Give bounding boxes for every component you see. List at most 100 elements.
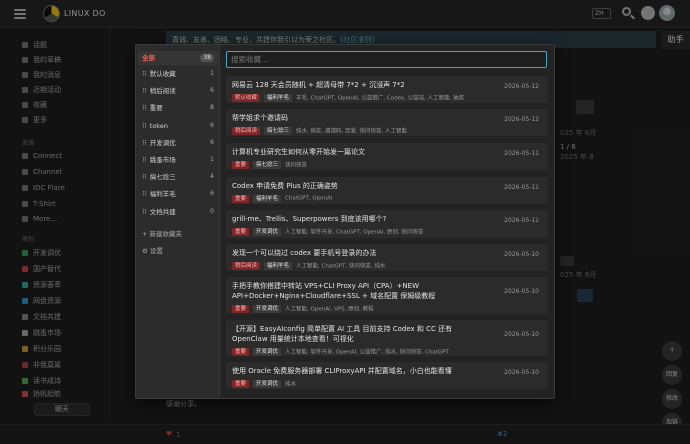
gear-icon: ⚙ [142, 247, 150, 255]
category-badge: 搞七捻三 [253, 160, 282, 169]
bookmark-tags: 人工智能, 软件开发, OpenAI, 公益推广, 纯水, 快问快答, Chat… [285, 349, 449, 356]
drag-handle-icon[interactable]: ⠿ [142, 104, 147, 112]
bookmark-title[interactable]: 网易云 128 天会员随机 + 超清母带 7*2 + 沉浸声 7*2 [232, 80, 487, 90]
drag-handle-icon[interactable]: ⠿ [142, 156, 147, 164]
bookmark-tags: 纯水 [285, 381, 297, 388]
drag-handle-icon[interactable]: ⠿ [142, 122, 147, 130]
folder-label: 跳蚤市场 [149, 156, 176, 164]
drag-handle-icon[interactable]: ⠿ [142, 208, 147, 216]
category-badge: 福利羊毛 [253, 194, 282, 203]
bookmark-title[interactable]: 计算机专业研究生如何从零开始发一篇论文 [232, 147, 487, 157]
bookmark-date: 2026-05-11 [504, 150, 539, 157]
bookmark-title[interactable]: Codex 申请免费 Plus 的正确姿势 [232, 181, 487, 191]
folder-all[interactable]: 全部 38 [138, 51, 218, 65]
category-badge: 开发调优 [253, 304, 282, 313]
folder-count: 1 [210, 70, 214, 77]
category-badge: 搞七捻三 [264, 126, 293, 135]
folder-badge: 重要 [232, 379, 250, 388]
bookmark-item[interactable]: 发现一个可以绕过 codex 要手机号登录的办法 2026-05-10 稍后阅读… [226, 244, 548, 271]
folder-label: 福利羊毛 [149, 190, 176, 198]
folder-item[interactable]: ⠿ 开发调优 6 [138, 136, 218, 150]
settings-button[interactable]: ⚙ 设置 [142, 245, 163, 255]
new-folder-button[interactable]: + 新建收藏夹 [142, 228, 182, 238]
bookmark-item[interactable]: Codex 申请免费 Plus 的正确姿势 2026-05-11 重要 福利羊毛 C… [226, 177, 548, 204]
bookmark-tags: 人工智能, 软件开发, ChatGPT, OpenAI, 原创, 快问快答 [285, 229, 424, 236]
drag-handle-icon[interactable]: ⠿ [142, 173, 147, 181]
bookmark-folder-panel: 全部 38 ⠿ 默认收藏 1 ⠿ 稍后阅读 6 ⠿ 重要 8 ⠿ token 6 ⠿ 开发调优 6 ⠿… [136, 45, 220, 398]
bookmark-date: 2026-05-10 [504, 288, 539, 295]
bookmark-date: 2026-05-10 [504, 331, 539, 338]
bookmarks-modal: 全部 38 ⠿ 默认收藏 1 ⠿ 稍后阅读 6 ⠿ 重要 8 ⠿ token 6 ⠿ 开发调优 6 ⠿… [135, 44, 555, 399]
folder-count: 38 [200, 54, 214, 62]
settings-label: 设置 [149, 247, 163, 255]
category-badge: 福利羊毛 [264, 93, 293, 102]
folder-label: 稍后阅读 [149, 87, 176, 95]
bookmark-item[interactable]: 【开源】EasyAIconfig 简单配置 AI 工具 目前支持 Codex 和… [226, 320, 548, 356]
plus-icon: + [142, 230, 150, 238]
bookmark-title[interactable]: grill-me、Trellis、Superpowers 到底该用哪个? [232, 214, 487, 224]
category-badge: 开发调优 [253, 379, 282, 388]
bookmark-date: 2026-05-12 [504, 116, 539, 123]
bookmark-title[interactable]: 【开源】EasyAIconfig 简单配置 AI 工具 目前支持 Codex 和… [232, 324, 487, 344]
bookmark-tags: 人工智能, ChatGPT, 快问快答, 纯水 [296, 263, 386, 270]
bookmark-title[interactable]: 手把手教你搭建中转站 VPS+CLI Proxy API（CPA）+NEW AP… [232, 281, 487, 301]
folder-count: 6 [210, 190, 214, 197]
category-badge: 福利羊毛 [264, 261, 293, 270]
folder-item[interactable]: ⠿ 文档共建 0 [138, 205, 218, 219]
folder-badge: 重要 [232, 347, 250, 356]
folder-badge: 稍后阅读 [232, 261, 261, 270]
folder-badge: 稍后阅读 [232, 126, 261, 135]
folder-count: 6 [210, 139, 214, 146]
bookmark-date: 2026-05-10 [504, 369, 539, 376]
new-folder-label: 新建收藏夹 [149, 230, 183, 238]
bookmark-title[interactable]: 帮学姐求个邀请码 [232, 113, 487, 123]
folder-badge: 重要 [232, 304, 250, 313]
bookmark-title[interactable]: 使用 Oracle 免费服务器部署 CLIProxyAPI 并配置域名，小白也能… [232, 366, 487, 376]
category-badge: 开发调优 [253, 347, 282, 356]
folder-item[interactable]: ⠿ 福利羊毛 6 [138, 187, 218, 201]
bookmark-date: 2026-05-11 [504, 184, 539, 191]
bookmark-title[interactable]: 发现一个可以绕过 codex 要手机号登录的办法 [232, 248, 487, 258]
folder-count: 6 [210, 122, 214, 129]
drag-handle-icon[interactable]: ⠿ [142, 139, 147, 147]
folder-count: 4 [210, 173, 214, 180]
drag-handle-icon[interactable]: ⠿ [142, 87, 147, 95]
bookmark-item[interactable]: 使用 Oracle 免费服务器部署 CLIProxyAPI 并配置域名，小白也能… [226, 362, 548, 389]
drag-handle-icon[interactable]: ⠿ [142, 70, 147, 78]
folder-count: 6 [210, 87, 214, 94]
bookmark-item[interactable]: 计算机专业研究生如何从零开始发一篇论文 2026-05-11 重要 搞七捻三 快问快… [226, 143, 548, 170]
bookmark-tags: 人工智能, OpenAI, VPS, 原创, 教程 [285, 306, 374, 313]
bookmark-tags: 快问快答 [285, 162, 308, 169]
folder-label: 文档共建 [149, 208, 176, 216]
bookmark-date: 2026-05-11 [504, 217, 539, 224]
bookmark-item[interactable]: 手把手教你搭建中转站 VPS+CLI Proxy API（CPA）+NEW AP… [226, 277, 548, 314]
folder-count: 8 [210, 104, 214, 111]
folder-item[interactable]: ⠿ 跳蚤市场 1 [138, 153, 218, 167]
bookmark-item[interactable]: 网易云 128 天会员随机 + 超清母带 7*2 + 沉浸声 7*2 2026-… [226, 76, 548, 103]
folder-label: 重要 [149, 104, 163, 112]
category-badge: 开发调优 [253, 227, 282, 236]
bookmark-item[interactable]: 帮学姐求个邀请码 2026-05-12 稍后阅读 搞七捻三 纯水, 病友, 邀请码,… [226, 109, 548, 136]
folder-label: 全部 [142, 54, 155, 62]
folder-item[interactable]: ⠿ 默认收藏 1 [138, 67, 218, 81]
drag-handle-icon[interactable]: ⠿ [142, 190, 147, 198]
folder-item[interactable]: ⠿ 稍后阅读 6 [138, 84, 218, 98]
bookmark-tags: ChatGPT, OpenAI [285, 195, 333, 202]
folder-label: token [149, 122, 168, 130]
bookmark-date: 2026-05-10 [504, 251, 539, 258]
bookmark-tags: 羊毛, ChatGPT, OpenAI, 公益推广, Codex, 公益站, 人… [296, 95, 465, 102]
folder-label: 搞七捻三 [149, 173, 176, 181]
folder-item[interactable]: ⠿ token 6 [138, 119, 218, 133]
bookmark-date: 2026-05-12 [504, 83, 539, 90]
folder-badge: 重要 [232, 160, 250, 169]
folder-badge: 默认收藏 [232, 93, 261, 102]
folder-item[interactable]: ⠿ 搞七捻三 4 [138, 170, 218, 184]
bookmark-search-input[interactable] [226, 51, 547, 68]
bookmark-item[interactable]: grill-me、Trellis、Superpowers 到底该用哪个? 202… [226, 210, 548, 238]
folder-count: 0 [210, 208, 214, 215]
folder-label: 默认收藏 [149, 70, 176, 78]
folder-badge: 重要 [232, 194, 250, 203]
bookmark-tags: 纯水, 病友, 邀请码, 恋爱, 快问快答, 人工智能 [296, 128, 408, 135]
folder-count: 1 [210, 156, 214, 163]
folder-item[interactable]: ⠿ 重要 8 [138, 101, 218, 115]
